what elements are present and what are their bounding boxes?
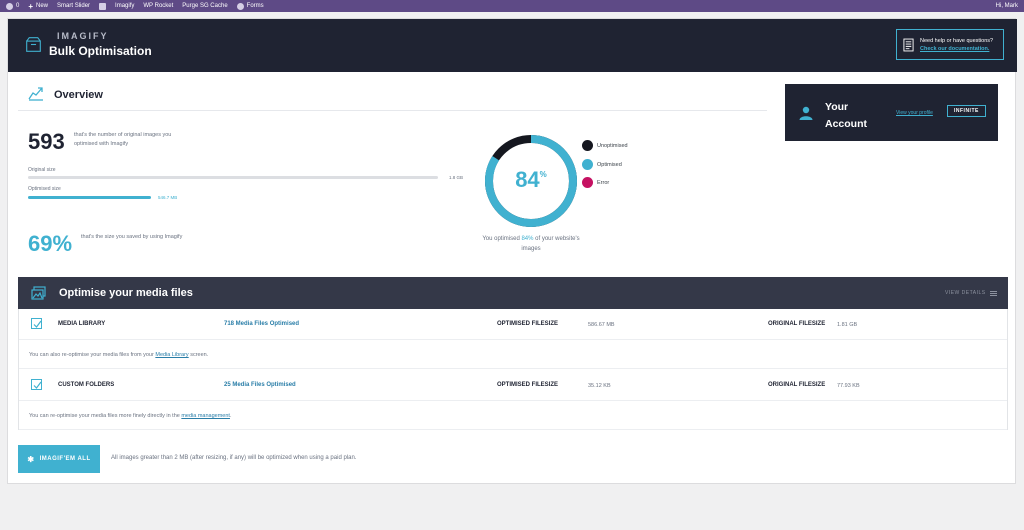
row-name: CUSTOM FOLDERS bbox=[58, 382, 115, 388]
check-icon bbox=[33, 320, 42, 328]
table-row: MEDIA LIBRARY 718 Media Files Optimised … bbox=[19, 309, 1007, 339]
comments-count: 0 bbox=[16, 3, 20, 9]
original-filesize-label: ORIGINAL FILESIZE bbox=[768, 321, 826, 327]
legend-error: Error bbox=[582, 177, 609, 188]
original-size-bar bbox=[28, 176, 438, 179]
bulk-optimisation-panel: IMAGIFY Bulk Optimisation Need help or h… bbox=[7, 18, 1017, 484]
account-title: Your Account bbox=[825, 101, 867, 131]
menu-wp-rocket[interactable]: WP Rocket bbox=[143, 3, 173, 9]
images-icon bbox=[31, 286, 46, 300]
original-size-label: Original size bbox=[28, 167, 56, 173]
user-greeting[interactable]: Hi, Mark bbox=[996, 3, 1018, 9]
original-filesize-value: 1.81 GB bbox=[837, 321, 858, 328]
legend-dot bbox=[582, 140, 593, 151]
donut-caption: You optimised 84% of your website's imag… bbox=[482, 236, 580, 252]
original-size-value: 1.8 GB bbox=[449, 175, 464, 180]
files-optimised-link[interactable]: 25 Media Files Optimised bbox=[224, 382, 296, 388]
menu-imagify[interactable]: Imagify bbox=[115, 3, 134, 9]
original-filesize-label: ORIGINAL FILESIZE bbox=[768, 382, 826, 388]
caption-percentage: 84% bbox=[521, 236, 534, 242]
overview-title: Overview bbox=[54, 89, 103, 101]
documentation-link[interactable]: Check our documentation. bbox=[920, 46, 993, 52]
chart-icon bbox=[28, 87, 43, 101]
table-row: CUSTOM FOLDERS 25 Media Files Optimised … bbox=[19, 370, 1007, 400]
image-count: 593 bbox=[28, 129, 65, 154]
legend-label: Error bbox=[597, 179, 610, 186]
saved-percentage: 69% bbox=[28, 231, 73, 256]
optimised-filesize-label: OPTIMISED FILESIZE bbox=[497, 321, 559, 327]
page-title: Bulk Optimisation bbox=[49, 44, 152, 58]
brand-logo: IMAGIFY bbox=[57, 31, 109, 41]
overview-divider bbox=[18, 110, 767, 111]
help-box[interactable]: Need help or have questions? Check our d… bbox=[896, 29, 1004, 60]
account-box: Your Account View your profile INFINITE bbox=[785, 84, 998, 141]
box-icon bbox=[26, 37, 41, 52]
media-section-title: Optimise your media files bbox=[59, 287, 193, 299]
yoast-menu[interactable] bbox=[99, 2, 107, 10]
menu-purge-cache[interactable]: Purge SG Cache bbox=[182, 3, 227, 9]
imagify-all-button[interactable]: ✱ IMAGIF'EM ALL bbox=[18, 445, 100, 473]
optimised-filesize-value: 35.12 KB bbox=[588, 382, 611, 389]
view-details-label: VIEW DETAILS bbox=[945, 290, 986, 296]
media-section-header: Optimise your media files VIEW DETAILS bbox=[18, 277, 1008, 309]
menu-smart-slider[interactable]: Smart Slider bbox=[57, 3, 90, 9]
new-menu[interactable]: + New bbox=[28, 2, 48, 11]
optimised-size-value: 546.7 MB bbox=[158, 195, 178, 200]
donut-percentage: 84% bbox=[484, 167, 578, 193]
comments-menu[interactable]: 0 bbox=[6, 2, 20, 10]
media-table: MEDIA LIBRARY 718 Media Files Optimised … bbox=[18, 309, 1008, 430]
plan-badge[interactable]: INFINITE bbox=[947, 105, 986, 117]
view-profile-link[interactable]: View your profile bbox=[896, 110, 933, 116]
legend-optimised: Optimised bbox=[582, 159, 622, 170]
optimised-size-label: Optimised size bbox=[28, 186, 61, 192]
imagify-all-label: IMAGIF'EM ALL bbox=[39, 456, 91, 462]
table-row-info: You can also re-optimise your media file… bbox=[19, 339, 1007, 369]
menu-forms[interactable]: Forms bbox=[236, 2, 264, 10]
plus-icon: + bbox=[28, 1, 34, 11]
legend-dot bbox=[582, 177, 593, 188]
info-text: You can re-optimise your media files mor… bbox=[29, 413, 232, 419]
files-optimised-link[interactable]: 718 Media Files Optimised bbox=[224, 321, 299, 327]
media-management-link[interactable]: media management bbox=[181, 413, 230, 419]
forms-label: Forms bbox=[246, 3, 264, 9]
comment-icon bbox=[6, 2, 13, 10]
user-icon bbox=[799, 106, 813, 120]
gear-icon: ✱ bbox=[27, 454, 35, 464]
list-icon bbox=[989, 290, 997, 296]
optimised-size-bar bbox=[28, 196, 151, 199]
document-icon bbox=[903, 38, 914, 51]
optimised-filesize-value: 586.67 MB bbox=[588, 321, 615, 328]
custom-folders-checkbox[interactable] bbox=[31, 379, 42, 390]
paid-plan-note: All images greater than 2 MB (after resi… bbox=[111, 455, 357, 461]
new-label: New bbox=[36, 3, 49, 9]
check-icon bbox=[33, 381, 42, 389]
row-name: MEDIA LIBRARY bbox=[58, 321, 106, 327]
yoast-icon bbox=[99, 2, 107, 10]
legend-dot bbox=[582, 159, 593, 170]
forms-icon bbox=[236, 2, 244, 10]
media-library-checkbox[interactable] bbox=[31, 318, 42, 329]
info-text: You can also re-optimise your media file… bbox=[29, 352, 209, 358]
donut-value: 84 bbox=[515, 167, 540, 192]
admin-bar: 0 + New Smart Slider Imagify WP Rocket P… bbox=[0, 0, 1024, 12]
help-text: Need help or have questions? Check our d… bbox=[920, 38, 993, 52]
help-question: Need help or have questions? bbox=[920, 37, 994, 44]
view-details-button[interactable]: VIEW DETAILS bbox=[945, 290, 997, 296]
media-library-link[interactable]: Media Library bbox=[155, 352, 188, 358]
table-row-info: You can re-optimise your media files mor… bbox=[19, 400, 1007, 430]
image-count-description: that's the number of original images you… bbox=[74, 132, 172, 147]
legend-label: Optimised bbox=[597, 161, 622, 168]
legend-label: Unoptimised bbox=[597, 142, 628, 149]
donut-unit: % bbox=[539, 170, 547, 179]
saved-description: that's the size you saved by using Imagi… bbox=[81, 234, 183, 240]
original-filesize-value: 77.93 KB bbox=[837, 382, 860, 389]
legend-unoptimised: Unoptimised bbox=[582, 140, 628, 151]
optimised-filesize-label: OPTIMISED FILESIZE bbox=[497, 382, 559, 388]
page-header: IMAGIFY Bulk Optimisation Need help or h… bbox=[8, 19, 1017, 72]
